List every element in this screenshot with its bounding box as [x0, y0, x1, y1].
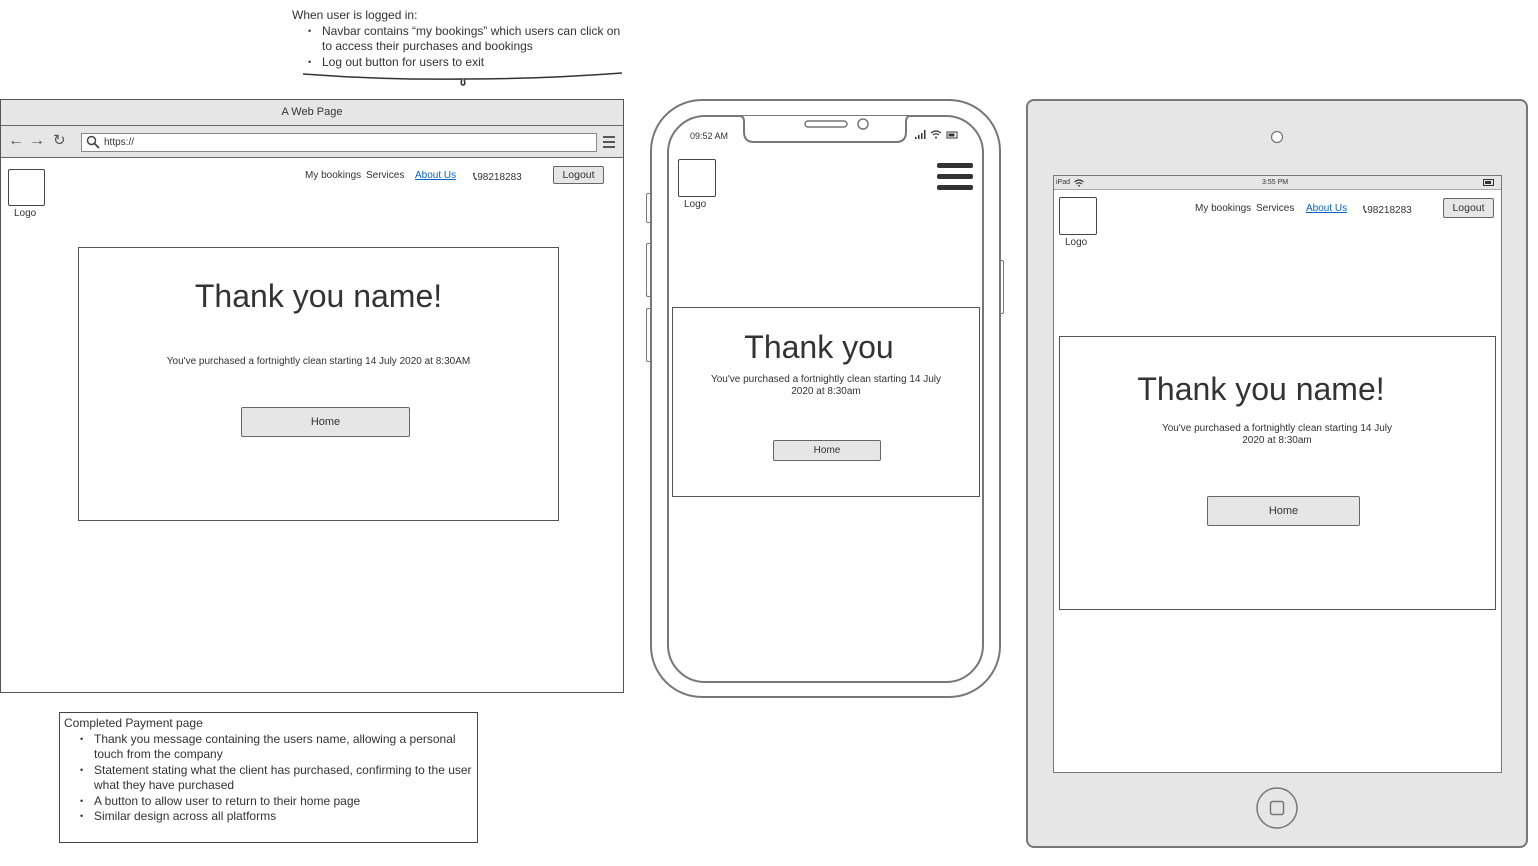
- tablet-status-time: 3:55 PM: [1262, 179, 1289, 186]
- logo-placeholder[interactable]: [8, 169, 45, 206]
- thank-you-heading: Thank you: [744, 329, 894, 365]
- url-bar[interactable]: https://: [81, 133, 597, 152]
- annotation-heading: When user is logged in:: [292, 8, 418, 22]
- home-button[interactable]: Home: [241, 407, 410, 437]
- purchase-message: You've purchased a fortnightly clean sta…: [166, 356, 471, 367]
- wifi-icon: [1074, 179, 1084, 187]
- tablet-status-bar: iPad 3:55 PM: [1054, 176, 1501, 190]
- nav-my-bookings[interactable]: My bookings: [1195, 203, 1251, 214]
- annotation-list: Navbar contains “my bookings” which user…: [292, 24, 622, 71]
- curly-brace-icon: [302, 72, 623, 86]
- nav-about-us[interactable]: About Us: [1306, 203, 1347, 214]
- tablet-camera-icon: [1270, 130, 1284, 144]
- back-arrow-icon[interactable]: ←: [8, 132, 24, 150]
- annotation-item: Statement stating what the client has pu…: [80, 763, 473, 794]
- refresh-icon[interactable]: ↻: [53, 132, 66, 150]
- browser-title: A Web Page: [1, 100, 623, 126]
- nav-phone[interactable]: 📞︎98218283: [1363, 200, 1412, 218]
- browser-toolbar: ← → ↻ https://: [1, 126, 623, 158]
- phone-number: 98218283: [1367, 205, 1412, 216]
- logo-label: Logo: [1065, 237, 1088, 248]
- nav-about-us[interactable]: About Us: [415, 170, 456, 181]
- annotation-item: A button to allow user to return to thei…: [80, 794, 473, 810]
- home-button[interactable]: Home: [773, 440, 881, 461]
- thank-you-heading: Thank you name!: [1137, 371, 1385, 407]
- phone-number: 98218283: [477, 172, 522, 183]
- thank-you-heading: Thank you name!: [194, 278, 443, 314]
- annotation-completed-payment: Completed Payment page Thank you message…: [59, 712, 478, 843]
- annotation-item: Navbar contains “my bookings” which user…: [308, 24, 622, 55]
- annotation-heading: Completed Payment page: [64, 716, 203, 730]
- nav-services[interactable]: Services: [1256, 203, 1294, 214]
- battery-icon: [1483, 179, 1494, 186]
- phone-notch: [740, 115, 910, 143]
- phone-status-icons: [915, 130, 958, 139]
- purchase-message: You've purchased a fortnightly clean sta…: [710, 374, 941, 397]
- url-text: https://: [104, 137, 135, 148]
- tablet-home-button-icon[interactable]: [1255, 786, 1299, 830]
- home-button[interactable]: Home: [1207, 496, 1360, 526]
- annotation-logged-in: When user is logged in: Navbar contains …: [292, 8, 622, 70]
- annotation-item: Log out button for users to exit: [308, 55, 622, 71]
- logout-button[interactable]: Logout: [553, 166, 604, 184]
- purchase-message: You've purchased a fortnightly clean sta…: [1161, 423, 1392, 446]
- hamburger-menu-icon[interactable]: [603, 136, 615, 151]
- tablet-device-label: iPad: [1056, 179, 1071, 186]
- phone-status-time: 09:52 AM: [690, 131, 729, 141]
- logout-button[interactable]: Logout: [1443, 198, 1494, 218]
- nav-phone[interactable]: 📞︎98218283: [473, 167, 522, 185]
- logo-placeholder[interactable]: [678, 159, 716, 197]
- nav-my-bookings[interactable]: My bookings: [305, 170, 361, 181]
- forward-arrow-icon[interactable]: →: [29, 132, 45, 150]
- logo-placeholder[interactable]: [1059, 197, 1097, 235]
- hamburger-menu-icon[interactable]: [937, 163, 973, 190]
- nav-services[interactable]: Services: [366, 170, 404, 181]
- annotation-list: Thank you message containing the users n…: [64, 732, 473, 825]
- logo-label: Logo: [684, 199, 707, 210]
- annotation-item: Similar design across all platforms: [80, 809, 473, 825]
- annotation-item: Thank you message containing the users n…: [80, 732, 473, 763]
- search-icon: [86, 135, 100, 149]
- logo-label: Logo: [14, 208, 37, 219]
